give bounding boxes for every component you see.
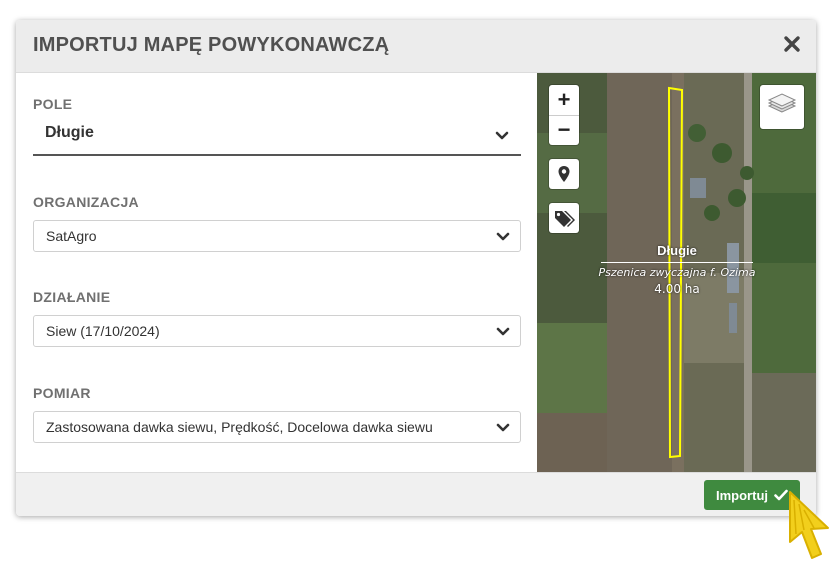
layers-icon	[767, 93, 797, 113]
pomiar-select[interactable]: Zastosowana dawka siewu, Prędkość, Docel…	[33, 411, 521, 443]
tags-button[interactable]	[549, 203, 579, 233]
import-dialog: IMPORTUJ MAPĘ POWYKONAWCZĄ POLE Długie O…	[16, 20, 816, 516]
chevron-down-icon	[496, 232, 510, 241]
layers-button[interactable]	[760, 85, 804, 129]
organizacja-value: SatAgro	[46, 228, 97, 244]
pole-value: Długie	[45, 124, 94, 141]
zoom-in-button[interactable]: +	[549, 85, 579, 115]
dialog-header: IMPORTUJ MAPĘ POWYKONAWCZĄ	[16, 20, 816, 73]
close-icon[interactable]	[782, 34, 802, 54]
chevron-down-icon	[496, 327, 510, 336]
zoom-control: + −	[549, 85, 579, 145]
field-name: Długie	[657, 243, 697, 258]
location-pin-icon	[558, 166, 570, 182]
chevron-down-icon	[495, 131, 509, 140]
pomiar-value: Zastosowana dawka siewu, Prędkość, Docel…	[46, 419, 433, 435]
field-crop: Pszenica zwyczajna f. Ozima	[598, 266, 756, 279]
organizacja-label: ORGANIZACJA	[33, 194, 139, 210]
chevron-down-icon	[496, 423, 510, 432]
dialog-title: IMPORTUJ MAPĘ POWYKONAWCZĄ	[33, 34, 390, 56]
pole-label: POLE	[33, 96, 73, 112]
pole-select[interactable]: Długie	[33, 118, 521, 156]
dzialanie-label: DZIAŁANIE	[33, 289, 111, 305]
zoom-out-button[interactable]: −	[549, 115, 579, 145]
satellite-map[interactable]: + − Długie Pszenica zwyczajna f. Ozima 4…	[537, 73, 816, 472]
field-label-divider	[601, 262, 753, 263]
import-button-label: Importuj	[716, 488, 768, 503]
organizacja-select[interactable]: SatAgro	[33, 220, 521, 252]
pomiar-label: POMIAR	[33, 385, 91, 401]
location-button[interactable]	[549, 159, 579, 189]
dzialanie-select[interactable]: Siew (17/10/2024)	[33, 315, 521, 347]
tags-icon	[555, 211, 575, 227]
dzialanie-value: Siew (17/10/2024)	[46, 323, 160, 339]
pointer-cursor-icon	[789, 491, 829, 559]
field-area: 4.00 ha	[654, 282, 700, 296]
dialog-footer	[16, 472, 816, 516]
field-info-label: Długie Pszenica zwyczajna f. Ozima 4.00 …	[597, 243, 757, 296]
